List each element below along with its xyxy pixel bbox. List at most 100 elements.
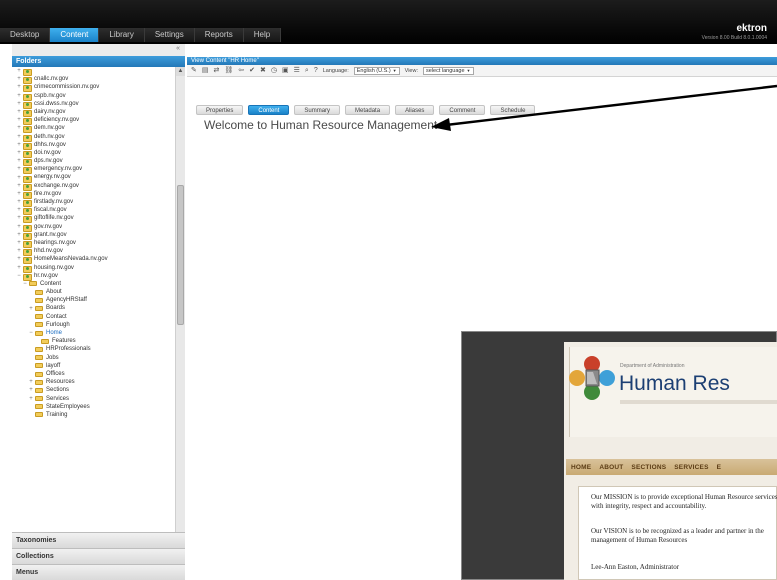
tree-item[interactable]: − Content (12, 280, 175, 288)
expand-icon[interactable]: + (16, 68, 22, 74)
expand-icon[interactable]: + (16, 142, 22, 148)
tree-item[interactable]: + grant.nv.gov (12, 231, 175, 240)
tree-item[interactable]: Contact (12, 313, 175, 321)
tree-item[interactable]: + Services (12, 395, 175, 403)
view-select[interactable]: select language ▼ (423, 66, 474, 75)
edit-icon[interactable]: ✎ (191, 66, 197, 76)
tree-item[interactable]: + emergency.nv.gov (12, 165, 175, 175)
section-taxonomies[interactable]: Taxonomies (12, 532, 185, 548)
tree-item[interactable]: + housing.nv.gov (12, 264, 175, 273)
preview-icon[interactable]: ▣ (282, 66, 289, 76)
history-icon[interactable]: ◷ (271, 66, 277, 76)
site-nav-more[interactable]: E (717, 464, 722, 471)
scroll-up-icon[interactable]: ▲ (176, 67, 185, 76)
expand-icon[interactable]: + (16, 207, 22, 213)
delete-icon[interactable]: ✖ (260, 66, 266, 76)
expand-icon[interactable]: + (16, 125, 22, 131)
tab-comment[interactable]: Comment (439, 105, 486, 115)
nav-tab-help[interactable]: Help (243, 28, 282, 42)
tree-item[interactable]: + Resources (12, 378, 175, 386)
tree-item[interactable]: + exchange.nv.gov (12, 182, 175, 191)
tree-item[interactable]: Training (12, 411, 175, 419)
tree-item[interactable]: + dem.nv.gov (12, 124, 175, 134)
tree-item[interactable]: + dps.nv.gov (12, 157, 175, 167)
tree-item[interactable]: + fire.nv.gov (12, 190, 175, 199)
tree-item[interactable]: + hearings.nv.gov (12, 239, 175, 249)
tree-item[interactable]: Offices (12, 370, 175, 378)
tree-item[interactable]: + dhhs.nv.gov (12, 141, 175, 150)
tree-item[interactable]: + energy.nv.gov (12, 173, 175, 183)
tree-item[interactable]: + (12, 67, 175, 77)
expand-icon[interactable]: + (16, 93, 22, 99)
tree-item[interactable]: + Sections (12, 386, 175, 394)
expand-icon[interactable]: + (16, 183, 22, 189)
expand-icon[interactable]: + (16, 175, 22, 181)
tree-item[interactable]: + gov.nv.gov (12, 223, 175, 232)
section-collections[interactable]: Collections (12, 548, 185, 564)
expand-icon[interactable]: + (28, 379, 34, 385)
tree-item[interactable]: + firstlady.nv.gov (12, 198, 175, 208)
nav-tab-desktop[interactable]: Desktop (0, 28, 51, 42)
expand-icon[interactable]: + (16, 224, 22, 230)
tree-item[interactable]: + deth.nv.gov (12, 133, 175, 142)
tree-item[interactable]: + hhd.nv.gov (12, 247, 175, 257)
expand-icon[interactable]: + (16, 215, 22, 221)
scroll-thumb[interactable] (177, 185, 184, 325)
tree-item[interactable]: Jobs (12, 354, 175, 362)
expand-icon[interactable]: + (16, 84, 22, 90)
collapse-node-icon[interactable]: − (16, 273, 22, 279)
expand-icon[interactable]: + (16, 265, 22, 271)
site-nav-home[interactable]: HOME (571, 464, 591, 471)
expand-icon[interactable]: + (16, 76, 22, 82)
tree-item[interactable]: StateEmployees (12, 403, 175, 411)
folders-header[interactable]: Folders (12, 56, 185, 67)
expand-icon[interactable]: + (16, 150, 22, 156)
nav-tab-content[interactable]: Content (50, 28, 100, 42)
tab-properties[interactable]: Properties (196, 105, 244, 115)
tree-item[interactable]: − hr.nv.gov (12, 272, 175, 281)
language-select[interactable]: English (U.S.) ▼ (353, 66, 400, 75)
tree-item[interactable]: Features (12, 337, 175, 345)
expand-icon[interactable]: + (16, 134, 22, 140)
expand-icon[interactable]: + (16, 191, 22, 197)
expand-icon[interactable]: + (16, 248, 22, 254)
section-menus[interactable]: Menus (12, 564, 185, 580)
tree-item[interactable]: + doi.nv.gov (12, 149, 175, 158)
tree-item[interactable]: + fiscal.nv.gov (12, 206, 175, 216)
tree-item[interactable]: HRProfessionals (12, 345, 175, 353)
tree-item[interactable]: + giftoflife.nv.gov (12, 214, 175, 224)
tree-item[interactable]: + cssi.dwss.nv.gov (12, 100, 175, 109)
tab-summary[interactable]: Summary (294, 105, 341, 115)
collapse-node-icon[interactable]: − (28, 330, 34, 336)
tab-schedule[interactable]: Schedule (490, 105, 536, 115)
tree-item[interactable]: + dairy.nv.gov (12, 108, 175, 118)
expand-icon[interactable]: + (16, 109, 22, 115)
publish-icon[interactable]: ▤ (202, 66, 209, 76)
tree-item[interactable]: + HomeMeansNevada.nv.gov (12, 255, 175, 265)
tab-content[interactable]: Content (248, 105, 290, 115)
collapse-node-icon[interactable]: − (22, 281, 28, 287)
panel-grip[interactable]: « (12, 44, 185, 56)
back-icon[interactable]: ⇦ (238, 66, 244, 76)
expand-icon[interactable]: + (16, 117, 22, 123)
expand-icon[interactable]: + (16, 199, 22, 205)
expand-icon[interactable]: + (16, 101, 22, 107)
tree-item[interactable]: layoff (12, 362, 175, 370)
site-nav-services[interactable]: SERVICES (674, 464, 708, 471)
tree-item[interactable]: − Home (12, 329, 175, 337)
nav-tab-library[interactable]: Library (99, 28, 145, 42)
expand-icon[interactable]: + (16, 240, 22, 246)
tree-item[interactable]: + Boards (12, 304, 175, 312)
expand-icon[interactable]: + (16, 158, 22, 164)
workflow-icon[interactable]: ⇄ (214, 66, 220, 76)
link-icon[interactable]: ⛓ (224, 66, 233, 76)
tree-item[interactable]: + cspb.nv.gov (12, 92, 175, 101)
help-icon[interactable]: ? (314, 66, 318, 76)
nav-tab-settings[interactable]: Settings (144, 28, 195, 42)
tree-item[interactable]: + deficiency.nv.gov (12, 116, 175, 126)
expand-icon[interactable]: + (16, 232, 22, 238)
tree-item[interactable]: Furlough (12, 321, 175, 329)
tree-item[interactable]: AgencyHRStaff (12, 296, 175, 304)
expand-icon[interactable]: + (28, 387, 34, 393)
site-nav-about[interactable]: ABOUT (599, 464, 623, 471)
